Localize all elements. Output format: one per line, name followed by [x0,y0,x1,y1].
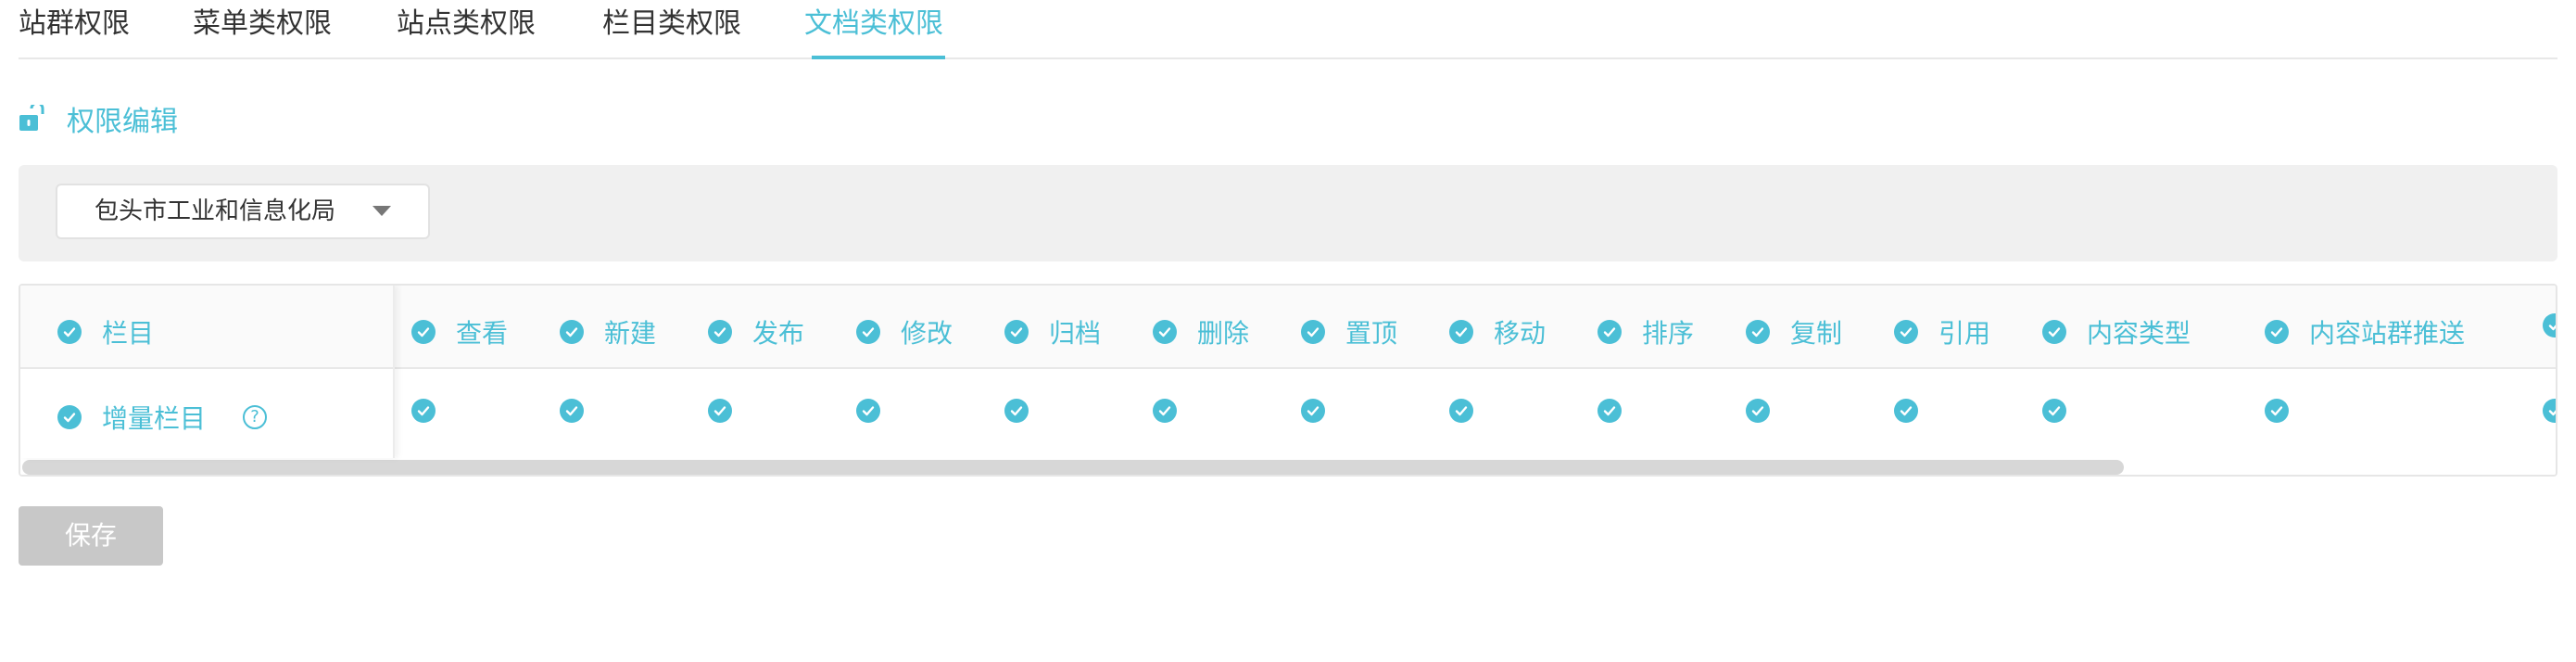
column-header-label: 查看 [456,318,509,349]
filter-bar: 包头市工业和信息化局 [19,165,2557,261]
check-circle-icon[interactable] [1301,320,1325,344]
column-header-label: 栏目 [102,318,155,349]
row-check-delete [1153,399,1177,423]
row-check-sort [1597,399,1622,423]
check-circle-icon[interactable] [708,399,732,423]
column-header-label: 移动 [1494,318,1547,349]
column-header-reference: 引用 [1894,313,1990,350]
check-circle-icon[interactable] [2042,320,2066,344]
check-circle-icon[interactable] [856,399,880,423]
check-circle-icon[interactable] [1597,399,1622,423]
column-header-category: 栏目 [57,313,154,350]
table-row: 增量栏目 ? [57,399,268,436]
row-check-modify [856,399,880,423]
column-header-pin-top: 置顶 [1301,313,1397,350]
save-button[interactable]: 保存 [19,506,163,566]
column-header-modify: 修改 [856,313,953,350]
column-header-label: 修改 [901,318,953,349]
permission-table: 查看 新建 发布 修改 归档 删除 置顶 移动 排序 复制 引用 内容类型 内容… [19,284,2557,477]
column-header-move: 移动 [1449,313,1546,350]
tab-menu-permission[interactable]: 菜单类权限 [193,4,332,54]
row-check-content-push [2265,399,2289,423]
check-circle-icon[interactable] [1153,399,1177,423]
row-check-copy [1746,399,1770,423]
tab-document-permission[interactable]: 文档类权限 [804,4,945,59]
section-header: 权限编辑 [19,96,178,141]
row-check-create [560,399,584,423]
row-check-overflow [2543,399,2556,423]
permission-tabs: 站群权限 菜单类权限 站点类权限 栏目类权限 文档类权限 [19,0,2557,59]
column-header-overflow [2543,313,2556,337]
column-header-label: 置顶 [1345,318,1398,349]
row-check-publish [708,399,732,423]
column-header-archive: 归档 [1004,313,1101,350]
check-circle-icon[interactable] [1449,320,1473,344]
caret-down-icon [373,206,391,216]
check-circle-icon[interactable] [1746,320,1770,344]
check-circle-icon[interactable] [2543,313,2556,337]
column-header-content-push: 内容站群推送 [2265,313,2465,350]
tab-site-group-permission[interactable]: 站群权限 [19,4,130,54]
check-circle-icon[interactable] [2042,399,2066,423]
check-circle-icon[interactable] [2265,320,2289,344]
column-header-create: 新建 [560,313,656,350]
column-header-label: 发布 [752,318,805,349]
fixed-column: 栏目 增量栏目 ? [20,286,395,458]
column-header-label: 内容站群推送 [2309,318,2466,349]
check-circle-icon[interactable] [1301,399,1325,423]
check-circle-icon[interactable] [1894,399,1918,423]
check-circle-icon[interactable] [1597,320,1622,344]
organization-select[interactable]: 包头市工业和信息化局 [56,184,430,239]
check-circle-icon[interactable] [57,405,82,429]
check-circle-icon[interactable] [1004,399,1029,423]
organization-select-value: 包头市工业和信息化局 [95,197,336,225]
unlock-icon [19,101,44,133]
check-circle-icon[interactable] [856,320,880,344]
horizontal-scrollbar[interactable] [20,458,2556,475]
scrollbar-thumb[interactable] [22,460,2124,475]
row-check-pin-top [1301,399,1325,423]
check-circle-icon[interactable] [1449,399,1473,423]
check-circle-icon[interactable] [2543,399,2556,423]
tab-site-permission[interactable]: 站点类权限 [397,4,536,54]
column-header-view: 查看 [411,313,508,350]
column-header-delete: 删除 [1153,313,1249,350]
check-circle-icon[interactable] [1894,320,1918,344]
check-circle-icon[interactable] [2265,399,2289,423]
column-header-label: 排序 [1642,318,1695,349]
check-circle-icon[interactable] [57,320,82,344]
row-check-move [1449,399,1473,423]
column-header-label: 引用 [1938,318,1991,349]
check-circle-icon[interactable] [708,320,732,344]
check-circle-icon[interactable] [560,320,584,344]
check-circle-icon[interactable] [1153,320,1177,344]
column-header-sort: 排序 [1597,313,1694,350]
column-header-label: 归档 [1049,318,1102,349]
column-header-copy: 复制 [1746,313,1842,350]
row-label[interactable]: 增量栏目 [102,399,206,436]
column-header-label: 新建 [604,318,657,349]
column-header-label: 删除 [1197,318,1250,349]
check-circle-icon[interactable] [1004,320,1029,344]
check-circle-icon[interactable] [411,399,436,423]
row-check-content-type [2042,399,2066,423]
row-check-view [411,399,436,423]
row-check-archive [1004,399,1029,423]
help-icon[interactable]: ? [243,405,268,429]
column-header-content-type: 内容类型 [2042,313,2191,350]
section-title: 权限编辑 [67,106,178,138]
check-circle-icon[interactable] [411,320,436,344]
tab-column-permission[interactable]: 栏目类权限 [602,4,741,54]
column-header-publish: 发布 [708,313,804,350]
column-header-label: 复制 [1790,318,1843,349]
column-header-label: 内容类型 [2087,318,2191,349]
check-circle-icon[interactable] [560,399,584,423]
row-check-reference [1894,399,1918,423]
check-circle-icon[interactable] [1746,399,1770,423]
